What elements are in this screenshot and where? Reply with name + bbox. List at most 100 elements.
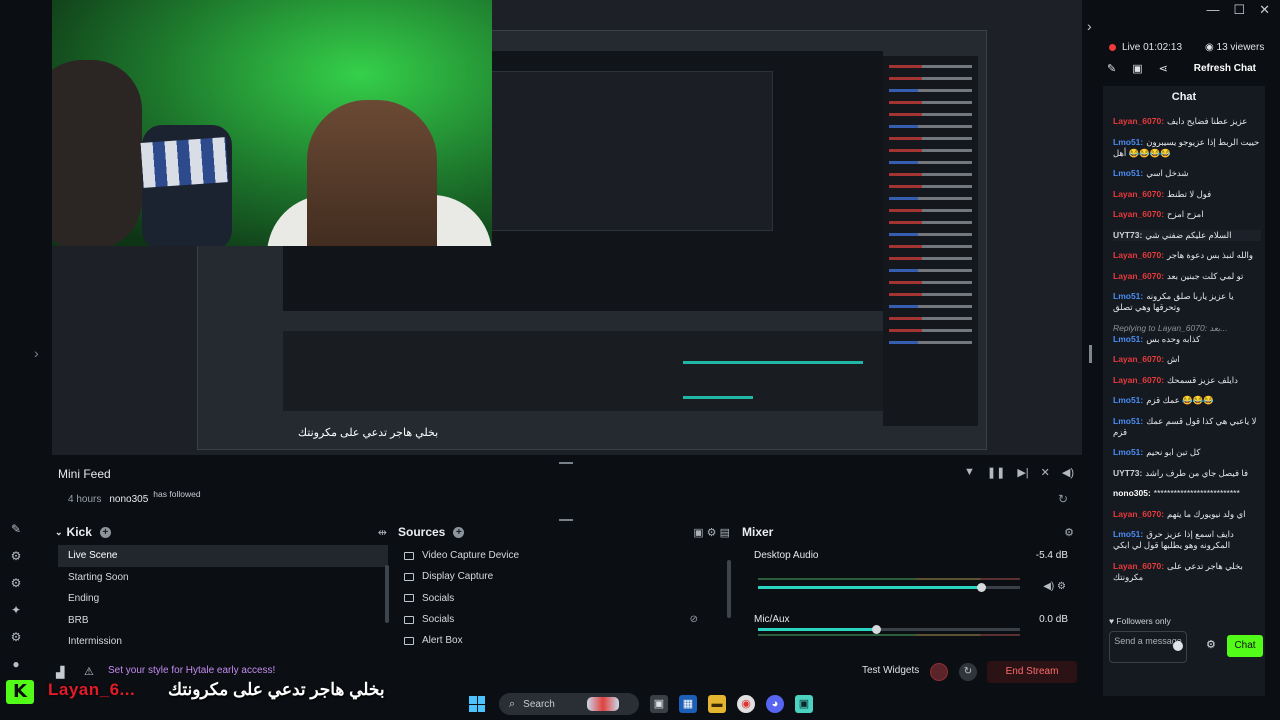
chat-username[interactable]: Lmo51: xyxy=(1113,137,1143,147)
chevron-down-icon[interactable]: ⌄ xyxy=(55,527,63,538)
chat-username[interactable]: Lmo51: xyxy=(1113,291,1143,301)
add-scene-icon[interactable]: + xyxy=(99,526,111,538)
chat-message[interactable]: Layan_6070: دايلف عزيز قسمحك xyxy=(1113,375,1261,386)
chat-message[interactable]: Layan_6070: تو لمي كلت جبنين بعد xyxy=(1113,271,1261,282)
maximize-icon[interactable]: ☐ xyxy=(1233,2,1245,18)
chat-message[interactable]: Lmo51: شدخل اسي xyxy=(1113,168,1261,179)
source-item[interactable]: Socials ⊘ xyxy=(404,609,704,630)
copy-icon[interactable]: ▣ xyxy=(1132,62,1142,75)
chat-message[interactable]: Lmo51: كل تبن ابو نحيم xyxy=(1113,447,1261,458)
chat-message[interactable]: Layan_6070: اي ولد نيويورك ما يتهم xyxy=(1113,509,1261,520)
mute-alerts-icon[interactable]: ✕ xyxy=(1041,466,1050,479)
edit-icon[interactable]: ✎ xyxy=(1107,62,1116,75)
chat-message[interactable]: UYT73: السلام عليكم ضفني شي xyxy=(1113,229,1261,241)
source-item[interactable]: Alert Box xyxy=(404,630,704,651)
test-widgets-label[interactable]: Test Widgets xyxy=(862,665,919,676)
taskbar-search[interactable]: ⌕ Search xyxy=(499,693,639,715)
performance-icon[interactable]: ▟ xyxy=(56,666,64,679)
chat-message-list[interactable]: Layan_6070: عزيز عطنا فضايح دايف Lmo51: حيي… xyxy=(1113,116,1261,611)
volume-slider[interactable] xyxy=(758,583,1020,592)
send-chat-button[interactable]: Chat xyxy=(1227,635,1263,657)
chat-message[interactable]: Layan_6070: فول لا تطنط xyxy=(1113,189,1261,200)
scene-item[interactable]: Starting Soon xyxy=(58,567,388,589)
minimize-icon[interactable]: — xyxy=(1206,2,1219,18)
profile-icon[interactable]: ● xyxy=(8,656,24,672)
speaker-gear-icon[interactable]: ◀) ⚙ xyxy=(1043,581,1066,592)
skip-icon[interactable]: ▶| xyxy=(1017,466,1028,479)
end-stream-button[interactable]: End Stream xyxy=(987,661,1077,683)
streamlabs-icon[interactable]: ▣ xyxy=(795,695,813,713)
chat-username[interactable]: Layan_6070: xyxy=(1113,561,1164,571)
chat-message[interactable]: Lmo51: لا ياعبي هي كذا قول قسم عمك قزم xyxy=(1113,416,1261,438)
chat-message[interactable]: Replying to Layan_6070: بعد... Lmo51: كذاب… xyxy=(1113,323,1261,345)
chat-username[interactable]: Layan_6070: xyxy=(1113,509,1164,519)
chat-username[interactable]: nono305: xyxy=(1113,488,1151,498)
volume-knob[interactable] xyxy=(871,625,881,634)
chat-message[interactable]: Layan_6070: بخلي هاجر تدعي على مكرونتك xyxy=(1113,561,1261,583)
chat-message[interactable]: Lmo51: حييت الربط إذا عزيوجو يسيبرون أهل … xyxy=(1113,137,1261,159)
source-item[interactable]: Display Capture xyxy=(404,566,704,587)
scene-collection-title[interactable]: Kick xyxy=(67,525,92,539)
add-source-icon[interactable]: + xyxy=(453,526,465,538)
chat-username[interactable]: UYT73: xyxy=(1113,230,1142,240)
scene-transition-icon[interactable]: ⇹ xyxy=(378,526,387,539)
close-icon[interactable]: ✕ xyxy=(1259,2,1270,18)
chrome-icon[interactable]: ◉ xyxy=(737,695,755,713)
themes-icon[interactable]: ✎ xyxy=(8,521,24,537)
emoji-icon[interactable] xyxy=(1173,641,1183,651)
scene-item[interactable]: BRB xyxy=(58,610,388,632)
chat-username[interactable]: Layan_6070: xyxy=(1113,189,1164,199)
warning-icon[interactable]: ⚠ xyxy=(84,665,94,678)
source-item[interactable]: Socials xyxy=(404,588,704,609)
refresh-chat-button[interactable]: Refresh Chat xyxy=(1194,63,1256,74)
chat-username[interactable]: Lmo51: xyxy=(1113,447,1143,457)
mixer-settings-icon[interactable]: ⚙ xyxy=(1064,526,1074,539)
pause-icon[interactable]: ❚❚ xyxy=(987,466,1005,479)
volume-knob[interactable] xyxy=(976,583,986,592)
chat-username[interactable]: Layan_6070: xyxy=(1113,354,1164,364)
chat-message[interactable]: Lmo51: يا عزيز ياربا صلق مكرونه وتحرقها و… xyxy=(1113,291,1261,313)
store-icon[interactable]: ▦ xyxy=(679,695,697,713)
scenes-scrollbar[interactable] xyxy=(385,565,389,623)
chat-message[interactable]: Lmo51: عمك قزم 😂😂😂 xyxy=(1113,395,1261,406)
chat-username[interactable]: Lmo51: xyxy=(1113,168,1143,178)
chat-settings-icon[interactable]: ⚙ xyxy=(1206,638,1216,651)
volume-icon[interactable]: ◀) xyxy=(1062,466,1074,479)
scene-item[interactable]: Ending xyxy=(58,588,388,610)
apps-icon[interactable]: ⚙ xyxy=(8,575,24,591)
settings-icon[interactable]: ⚙ xyxy=(8,629,24,645)
chat-username[interactable]: Lmo51: xyxy=(1113,529,1143,539)
sources-scrollbar[interactable] xyxy=(727,560,731,618)
chat-message[interactable]: Layan_6070: والله لنبذ بس دعوة هاجر xyxy=(1113,250,1261,261)
chat-username[interactable]: UYT73: xyxy=(1113,468,1142,478)
replay-icon[interactable]: ↻ xyxy=(1058,492,1068,506)
task-view-icon[interactable]: ▣ xyxy=(650,695,668,713)
chat-username[interactable]: Layan_6070: xyxy=(1113,375,1164,385)
discord-icon[interactable]: ◕ xyxy=(766,695,784,713)
scene-item[interactable]: Intermission xyxy=(58,631,388,653)
chat-username[interactable]: Lmo51: xyxy=(1113,416,1143,426)
chat-username[interactable]: Lmo51: xyxy=(1113,334,1143,344)
share-icon[interactable]: ⋖ xyxy=(1159,62,1168,75)
folder-icon[interactable]: ▬ xyxy=(708,695,726,713)
chat-message[interactable]: Layan_6070: اش xyxy=(1113,354,1261,365)
source-item[interactable]: Video Capture Device xyxy=(404,545,704,566)
chat-username[interactable]: Layan_6070: xyxy=(1113,116,1164,126)
hidden-eye-icon[interactable]: ⊘ xyxy=(690,609,698,630)
promo-text[interactable]: Set your style for Hytale early access! xyxy=(108,665,275,676)
source-tools-icon[interactable]: ▣ ⚙ ▤ xyxy=(693,526,730,539)
record-button[interactable] xyxy=(930,663,948,681)
widgets-icon[interactable]: ⚙ xyxy=(8,548,24,564)
chat-message[interactable]: Lmo51: دايف اسمع إذا عزيز حرق المكرونه وه… xyxy=(1113,529,1261,551)
filter-icon[interactable]: ▼ xyxy=(964,466,975,479)
chat-username[interactable]: Lmo51: xyxy=(1113,395,1143,405)
chat-message[interactable]: nono305: ************************** xyxy=(1113,488,1261,499)
chat-message[interactable]: Layan_6070: امزح امزح xyxy=(1113,209,1261,220)
chat-resize-handle[interactable] xyxy=(1089,345,1092,363)
chat-message[interactable]: Layan_6070: عزيز عطنا فضايح دايف xyxy=(1113,116,1261,127)
chat-username[interactable]: Layan_6070: xyxy=(1113,209,1164,219)
chat-username[interactable]: Layan_6070: xyxy=(1113,271,1164,281)
sparkle-icon[interactable]: ✦ xyxy=(8,602,24,618)
replay-buffer-icon[interactable]: ↻ xyxy=(959,663,977,681)
chat-message[interactable]: UYT73: فا فيصل جاي من طرف راشد xyxy=(1113,468,1261,479)
